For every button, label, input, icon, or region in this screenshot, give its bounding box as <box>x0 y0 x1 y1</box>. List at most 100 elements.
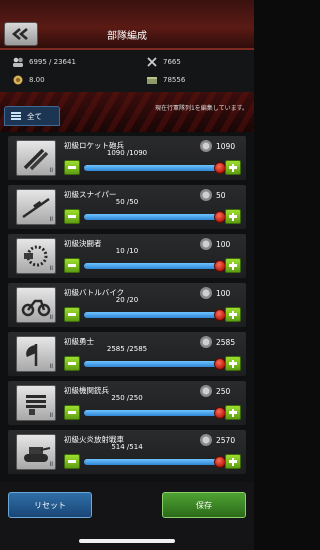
quantity-slider[interactable] <box>84 407 226 419</box>
cost-medal-icon <box>200 336 212 348</box>
tier-label: II <box>49 412 53 419</box>
tier-label: II <box>49 363 53 370</box>
unit-cost: 1090 <box>216 142 236 151</box>
increase-button[interactable] <box>225 160 241 175</box>
unit-count: 1090 /1090 <box>106 149 148 157</box>
quantity-slider[interactable] <box>84 456 226 468</box>
power-value: 7665 <box>163 58 181 66</box>
minus-icon <box>68 264 76 267</box>
unit-cost: 100 <box>216 240 231 249</box>
minus-icon <box>68 460 76 463</box>
unit-row: II 初級機関銃兵 250 /250 250 <box>8 381 246 425</box>
increase-button[interactable] <box>225 307 241 322</box>
unit-thumbnail[interactable]: II <box>16 189 56 225</box>
unit-cost: 50 <box>216 191 226 200</box>
decrease-button[interactable] <box>64 356 80 371</box>
minus-icon <box>68 313 76 316</box>
decrease-button[interactable] <box>64 405 80 420</box>
unit-row: II 初級決闘者 10 /10 100 <box>8 234 246 278</box>
unit-count: 514 /514 <box>111 443 143 451</box>
top-bar: 部隊編成 <box>0 0 254 50</box>
tier-label: II <box>49 461 53 468</box>
increase-button[interactable] <box>225 258 241 273</box>
cost-medal-icon <box>200 385 212 397</box>
unit-count: 250 /250 <box>111 394 143 402</box>
unit-row: II 初級火炎放射戦車 514 /514 2570 <box>8 430 246 474</box>
unit-count: 20 /20 <box>115 296 139 304</box>
troops-icon <box>13 57 23 67</box>
tier-label: II <box>49 314 53 321</box>
decrease-button[interactable] <box>64 160 80 175</box>
filter-label: 全て <box>27 111 42 121</box>
unit-thumbnail[interactable]: II <box>16 238 56 274</box>
crossed-swords-icon <box>147 57 157 67</box>
stats-panel: 6995 / 23641 7665 8.00 78556 <box>0 50 254 92</box>
unit-cost: 250 <box>216 387 231 396</box>
chainsaw-icon <box>24 245 48 267</box>
tier-label: II <box>49 216 53 223</box>
unit-list[interactable]: II 初級ロケット砲兵 1090 /1090 1090 II 初級スナイパー 5… <box>0 132 254 482</box>
unit-thumbnail[interactable]: II <box>16 140 56 176</box>
slider-fill <box>84 410 220 416</box>
unit-thumbnail[interactable]: II <box>16 385 56 421</box>
unit-cost: 2585 <box>216 338 236 347</box>
cost-medal-icon <box>200 287 212 299</box>
decrease-button[interactable] <box>64 258 80 273</box>
cost-medal-icon <box>200 434 212 446</box>
save-button[interactable]: 保存 <box>162 492 246 518</box>
unit-row: II 初級ロケット砲兵 1090 /1090 1090 <box>8 136 246 180</box>
quantity-slider[interactable] <box>84 260 226 272</box>
motorbike-icon <box>21 299 51 317</box>
slider-fill <box>84 459 220 465</box>
unit-count: 50 /50 <box>115 198 139 206</box>
decrease-button[interactable] <box>64 307 80 322</box>
resource-value: 78556 <box>163 76 186 84</box>
decrease-button[interactable] <box>64 209 80 224</box>
cost-stat: 8.00 <box>12 74 45 86</box>
home-indicator[interactable] <box>79 539 175 543</box>
minus-icon <box>68 362 76 365</box>
slider-fill <box>84 165 220 171</box>
cost-medal-icon <box>200 140 212 152</box>
slider-fill <box>84 263 220 269</box>
increase-button[interactable] <box>225 356 241 371</box>
minus-icon <box>68 215 76 218</box>
tank-icon <box>24 447 51 462</box>
quantity-slider[interactable] <box>84 358 226 370</box>
increase-button[interactable] <box>225 405 241 420</box>
unit-row: II 初級スナイパー 50 /50 50 <box>8 185 246 229</box>
slider-fill <box>84 361 220 367</box>
gatling-gun-icon <box>26 395 46 415</box>
resource-stat: 78556 <box>146 74 185 86</box>
unit-thumbnail[interactable]: II <box>16 434 56 470</box>
unit-count: 2585 /2585 <box>106 345 148 353</box>
quantity-slider[interactable] <box>84 309 226 321</box>
minus-icon <box>68 166 76 169</box>
unit-row: II 初級勇士 2585 /2585 2585 <box>8 332 246 376</box>
minus-icon <box>68 411 76 414</box>
unit-row: II 初級バトルバイク 20 /20 100 <box>8 283 246 327</box>
sniper-rifle-icon <box>22 197 50 219</box>
tier-label: II <box>49 265 53 272</box>
cost-medal-icon <box>200 189 212 201</box>
list-icon <box>11 112 21 120</box>
page-title: 部隊編成 <box>107 31 147 42</box>
unit-cost: 2570 <box>216 436 236 445</box>
food-icon <box>13 75 23 85</box>
quantity-slider[interactable] <box>84 211 226 223</box>
unit-count: 10 /10 <box>115 247 139 255</box>
unit-thumbnail[interactable]: II <box>16 336 56 372</box>
tier-label: II <box>49 167 53 174</box>
filter-all-tab[interactable]: 全て <box>4 106 60 126</box>
ammo-crate-icon <box>147 77 157 84</box>
capacity-value: 6995 / 23641 <box>29 58 76 66</box>
capacity-stat: 6995 / 23641 <box>12 56 76 68</box>
increase-button[interactable] <box>225 454 241 469</box>
unit-cost: 100 <box>216 289 231 298</box>
reset-button[interactable]: リセット <box>8 492 92 518</box>
decrease-button[interactable] <box>64 454 80 469</box>
increase-button[interactable] <box>225 209 241 224</box>
unit-thumbnail[interactable]: II <box>16 287 56 323</box>
quantity-slider[interactable] <box>84 162 226 174</box>
slider-fill <box>84 312 220 318</box>
